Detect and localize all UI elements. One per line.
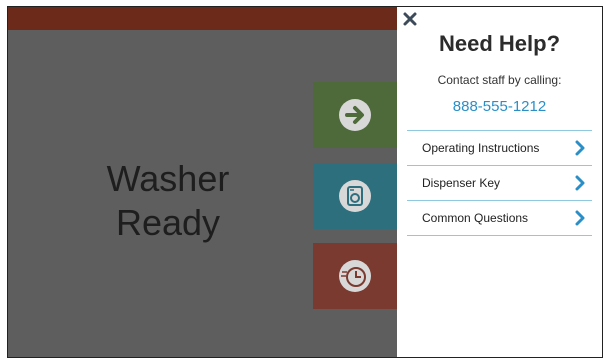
washer-button[interactable] bbox=[313, 163, 397, 229]
machine-status: Washer Ready bbox=[48, 157, 288, 245]
next-button[interactable] bbox=[313, 82, 397, 148]
chevron-right-icon bbox=[575, 175, 585, 191]
phone-number[interactable]: 888-555-1212 bbox=[397, 98, 602, 115]
menu-item-label: Dispenser Key bbox=[422, 176, 501, 190]
menu-item-dispenser-key[interactable]: Dispenser Key bbox=[407, 166, 592, 201]
timer-button[interactable] bbox=[313, 243, 397, 309]
washer-icon bbox=[339, 180, 371, 212]
clock-icon bbox=[339, 260, 371, 292]
menu-item-label: Common Questions bbox=[422, 211, 529, 225]
status-line-2: Ready bbox=[115, 202, 221, 243]
menu-item-label: Operating Instructions bbox=[422, 141, 540, 155]
menu-item-operating-instructions[interactable]: Operating Instructions bbox=[407, 131, 592, 166]
help-menu: Operating Instructions Dispenser Key Com… bbox=[407, 130, 592, 236]
app-frame: Washer Ready Need Help? Contact staff by… bbox=[7, 6, 603, 358]
chevron-right-icon bbox=[575, 140, 585, 156]
help-title: Need Help? bbox=[438, 31, 561, 56]
menu-item-common-questions[interactable]: Common Questions bbox=[407, 201, 592, 236]
chevron-right-icon bbox=[575, 210, 585, 226]
status-line-1: Washer bbox=[106, 158, 230, 199]
arrow-right-icon bbox=[339, 99, 371, 131]
help-panel: Need Help? Contact staff by calling: 888… bbox=[397, 7, 602, 357]
header-bar bbox=[8, 7, 397, 30]
main-screen-overlay: Washer Ready bbox=[8, 7, 397, 357]
close-icon[interactable] bbox=[402, 11, 418, 27]
contact-label: Contact staff by calling: bbox=[437, 73, 562, 87]
